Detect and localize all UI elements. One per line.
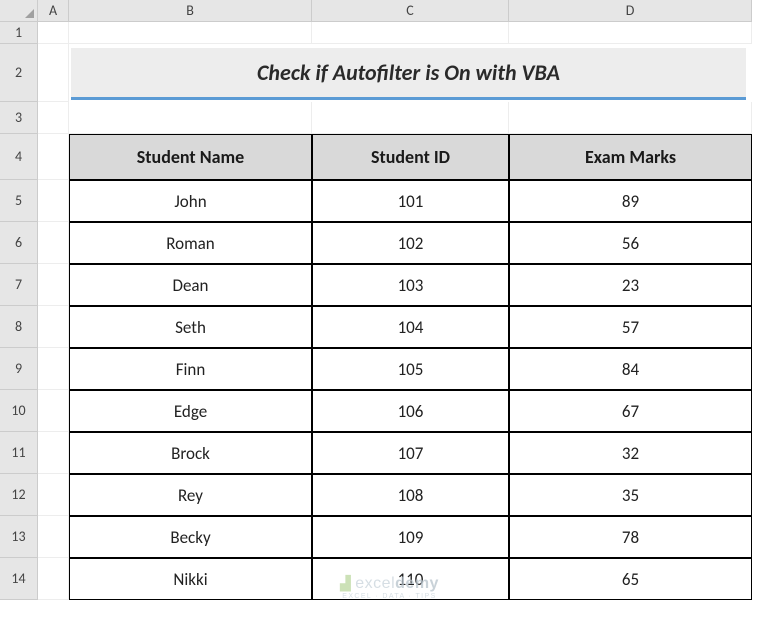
table-cell-marks[interactable]: 84 [509, 348, 752, 390]
cell-A9[interactable] [38, 348, 69, 390]
table-cell-name[interactable]: Rey [69, 474, 312, 516]
table-cell-marks[interactable]: 65 [509, 558, 752, 600]
table-cell-marks[interactable]: 32 [509, 432, 752, 474]
row-header-4[interactable]: 4 [0, 134, 38, 180]
table-cell-id[interactable]: 107 [312, 432, 509, 474]
table-cell-name[interactable]: Brock [69, 432, 312, 474]
cell-B1[interactable] [69, 22, 312, 44]
table-cell-name[interactable]: Edge [69, 390, 312, 432]
table-header-name[interactable]: Student Name [69, 134, 312, 180]
select-all-corner[interactable] [0, 0, 38, 22]
cell-A7[interactable] [38, 264, 69, 306]
col-header-A[interactable]: A [38, 0, 69, 22]
cell-A13[interactable] [38, 516, 69, 558]
col-header-C[interactable]: C [312, 0, 509, 22]
table-cell-marks[interactable]: 57 [509, 306, 752, 348]
row-header-12[interactable]: 12 [0, 474, 38, 516]
table-header-id[interactable]: Student ID [312, 134, 509, 180]
cell-A4[interactable] [38, 134, 69, 180]
table-cell-id[interactable]: 108 [312, 474, 509, 516]
table-cell-id[interactable]: 110 [312, 558, 509, 600]
table-cell-marks[interactable]: 23 [509, 264, 752, 306]
spreadsheet: A B C D 1 2 Check if Autofilter is On wi… [0, 0, 767, 600]
cell-A11[interactable] [38, 432, 69, 474]
col-header-B[interactable]: B [69, 0, 312, 22]
row-header-8[interactable]: 8 [0, 306, 38, 348]
row-header-7[interactable]: 7 [0, 264, 38, 306]
table-cell-id[interactable]: 109 [312, 516, 509, 558]
cell-A3[interactable] [38, 102, 69, 134]
page-title: Check if Autofilter is On with VBA [71, 48, 746, 100]
row-header-3[interactable]: 3 [0, 102, 38, 134]
cell-A14[interactable] [38, 558, 69, 600]
row-header-10[interactable]: 10 [0, 390, 38, 432]
col-header-D[interactable]: D [509, 0, 752, 22]
table-cell-name[interactable]: Nikki [69, 558, 312, 600]
table-cell-id[interactable]: 105 [312, 348, 509, 390]
cell-D1[interactable] [509, 22, 752, 44]
table-header-marks[interactable]: Exam Marks [509, 134, 752, 180]
table-cell-name[interactable]: Finn [69, 348, 312, 390]
table-cell-id[interactable]: 103 [312, 264, 509, 306]
table-cell-id[interactable]: 104 [312, 306, 509, 348]
table-cell-marks[interactable]: 67 [509, 390, 752, 432]
cell-A5[interactable] [38, 180, 69, 222]
cell-A2[interactable] [38, 44, 69, 102]
row-header-1[interactable]: 1 [0, 22, 38, 44]
table-cell-id[interactable]: 101 [312, 180, 509, 222]
table-cell-marks[interactable]: 56 [509, 222, 752, 264]
table-cell-name[interactable]: Dean [69, 264, 312, 306]
row-header-5[interactable]: 5 [0, 180, 38, 222]
cell-C1[interactable] [312, 22, 509, 44]
row-header-13[interactable]: 13 [0, 516, 38, 558]
cell-B3[interactable] [69, 102, 312, 134]
table-cell-marks[interactable]: 89 [509, 180, 752, 222]
cell-A8[interactable] [38, 306, 69, 348]
row-header-14[interactable]: 14 [0, 558, 38, 600]
cell-A1[interactable] [38, 22, 69, 44]
row-header-9[interactable]: 9 [0, 348, 38, 390]
table-cell-marks[interactable]: 78 [509, 516, 752, 558]
cell-D3[interactable] [509, 102, 752, 134]
table-cell-id[interactable]: 106 [312, 390, 509, 432]
table-cell-name[interactable]: Roman [69, 222, 312, 264]
row-header-11[interactable]: 11 [0, 432, 38, 474]
cell-A6[interactable] [38, 222, 69, 264]
table-cell-name[interactable]: Becky [69, 516, 312, 558]
table-cell-name[interactable]: John [69, 180, 312, 222]
table-cell-marks[interactable]: 35 [509, 474, 752, 516]
cell-C3[interactable] [312, 102, 509, 134]
table-cell-name[interactable]: Seth [69, 306, 312, 348]
cell-A12[interactable] [38, 474, 69, 516]
table-cell-id[interactable]: 102 [312, 222, 509, 264]
cell-A10[interactable] [38, 390, 69, 432]
row-header-2[interactable]: 2 [0, 44, 38, 102]
row-header-6[interactable]: 6 [0, 222, 38, 264]
